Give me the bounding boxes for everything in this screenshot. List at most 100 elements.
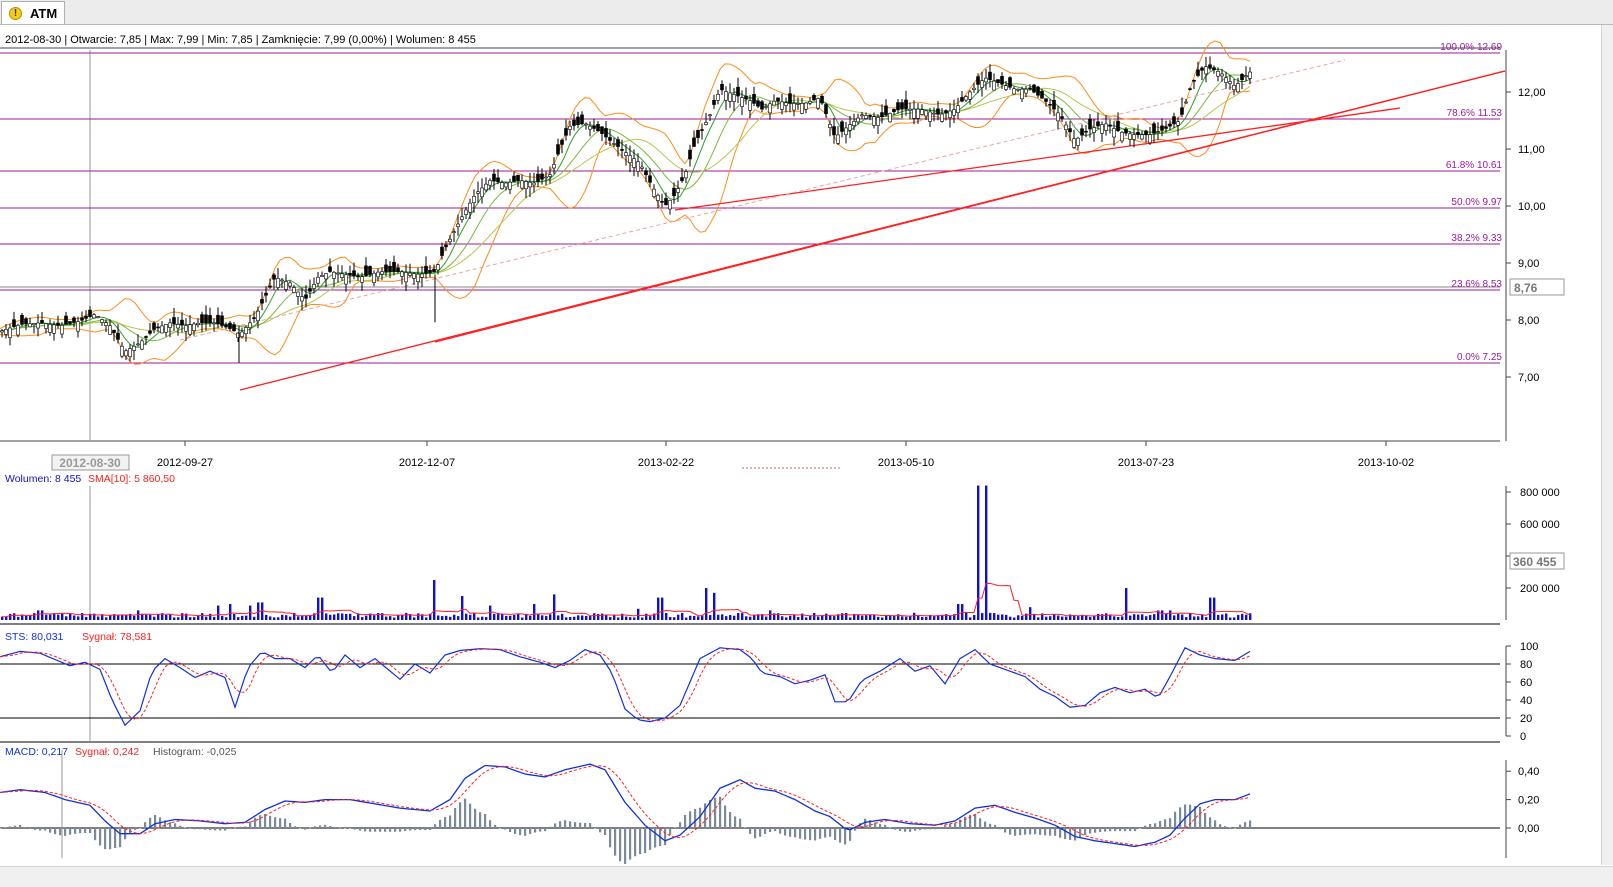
macd-histogram-bar (1169, 818, 1172, 828)
candle-body (1180, 107, 1184, 115)
candle-body (780, 101, 784, 110)
volume-bar (277, 617, 280, 620)
candle-body (992, 80, 996, 91)
vertical-scrollbar[interactable] (1601, 25, 1613, 865)
volume-bar (1197, 616, 1200, 620)
macd-histogram-bar (59, 828, 62, 836)
volume-bar (441, 616, 444, 620)
candle-body (1076, 137, 1080, 146)
macd-histogram-bar (74, 828, 77, 834)
volume-bar (169, 614, 172, 620)
candle-body (556, 144, 560, 155)
candle-body (464, 209, 468, 215)
candle-body (640, 166, 644, 169)
horizontal-scrollbar[interactable] (0, 866, 1613, 887)
volume-bar (389, 616, 392, 620)
volume-bar (237, 617, 240, 620)
candle-body (716, 93, 720, 101)
volume-bar (1189, 613, 1192, 620)
volume-bar (269, 616, 272, 620)
macd-histogram-bar (1009, 828, 1012, 835)
macd-histogram-bar (284, 818, 287, 828)
macd-histogram-bar (1004, 828, 1007, 833)
volume-bar (617, 617, 620, 620)
candle-body (604, 128, 608, 138)
candle-body (320, 275, 324, 277)
macd-histogram-bar (504, 828, 507, 830)
macd-histogram-bar (259, 815, 262, 828)
candle-body (620, 149, 624, 151)
macd-histogram-bar (564, 820, 567, 828)
trend-line (674, 107, 1401, 211)
macd-histogram-bar (509, 828, 512, 833)
macd-histogram-bar (109, 828, 112, 850)
macd-histogram-bar (684, 814, 687, 828)
volume-bar (121, 614, 124, 620)
candle-body (192, 323, 196, 331)
macd-histogram-bar (1154, 823, 1157, 828)
volume-bar (921, 616, 924, 620)
macd-histogram-bar (429, 828, 432, 831)
candle-body (1116, 120, 1120, 132)
candle-body (72, 317, 76, 323)
candle-body (1208, 64, 1212, 69)
volume-bar (417, 613, 420, 620)
candle-body (1036, 86, 1040, 96)
volume-bar (825, 613, 828, 620)
macd-histogram-bar (614, 828, 617, 856)
volume-bar (1129, 615, 1132, 620)
candle-body (388, 265, 392, 272)
macd-histogram-bar (0, 828, 2, 829)
volume-bar (205, 616, 208, 620)
candle-body (688, 149, 692, 160)
volume-bar (733, 615, 736, 620)
candle-body (244, 327, 248, 334)
candle-body (68, 321, 72, 324)
volume-bar (909, 616, 912, 620)
candle-body (508, 181, 512, 190)
volume-bar (741, 613, 744, 620)
volume-bar (1241, 613, 1244, 620)
volume-bar (817, 616, 820, 620)
volume-bar (1141, 614, 1144, 620)
macd-histogram-bar (1174, 811, 1177, 828)
volume-bar (77, 616, 80, 620)
volume-bar (1077, 616, 1080, 620)
macd-histogram-bar (904, 828, 907, 832)
volume-bar (581, 615, 584, 620)
candle-body (172, 317, 176, 324)
volume-bar (765, 616, 768, 620)
candle-body (1028, 87, 1032, 90)
volume-bar (509, 615, 512, 620)
macd-histogram-bar (619, 828, 622, 862)
macd-histogram-bar (1244, 822, 1247, 828)
candle-body (944, 110, 948, 113)
candle-body (100, 319, 104, 323)
volume-bar (105, 617, 108, 620)
candle-body (380, 271, 384, 275)
macd-histogram-bar (884, 824, 887, 828)
fib-label: 100.0% 12.69 (1440, 42, 1502, 53)
candle-body (1052, 99, 1056, 110)
chart-area[interactable]: 2012-08-30 | Otwarcie: 7,85 | Max: 7,99 … (0, 0, 1613, 886)
volume-bar (633, 617, 636, 620)
candle-body (164, 324, 168, 333)
macd-histogram-bar (1089, 828, 1092, 834)
candle-body (1192, 79, 1196, 82)
macd-histogram-bar (1119, 828, 1122, 832)
candle-body (764, 106, 768, 108)
candle-body (180, 319, 184, 326)
candle-body (1140, 134, 1144, 140)
volume-bar (705, 588, 708, 620)
volume-bar (585, 615, 588, 620)
candle-body (1220, 73, 1224, 77)
candle-body (444, 244, 448, 248)
volume-bar (737, 612, 740, 620)
candle-body (848, 124, 852, 131)
macd-histogram-bar (534, 828, 537, 833)
candle-body (544, 176, 548, 179)
macd-histogram-bar (319, 825, 322, 828)
volume-bar (453, 614, 456, 620)
volume-bar (281, 614, 284, 620)
macd-histogram-bar (1219, 824, 1222, 828)
